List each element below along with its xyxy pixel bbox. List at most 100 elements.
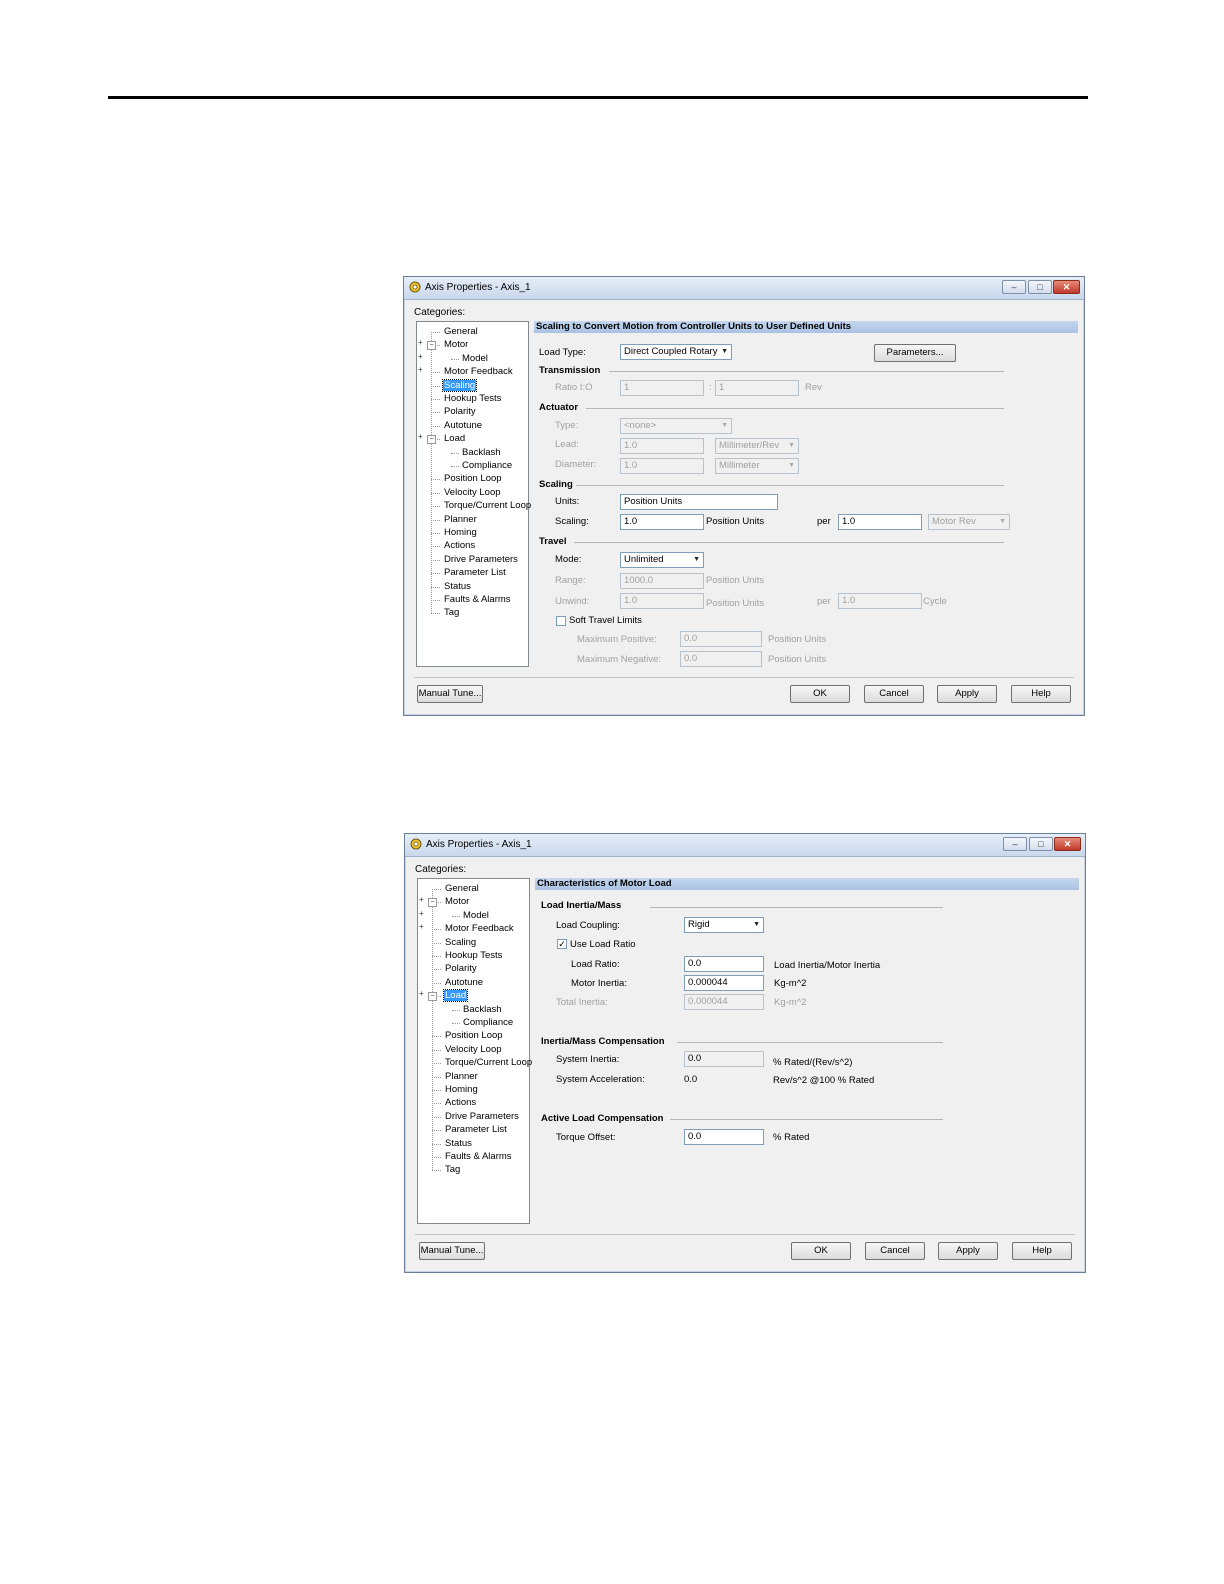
tree-item-load[interactable]: Load — [442, 989, 469, 1003]
soft-travel-limits-checkbox[interactable] — [556, 616, 566, 626]
tree-item-faults-alarms[interactable]: Faults & Alarms — [443, 594, 512, 606]
tree-item-polarity[interactable]: Polarity — [443, 406, 477, 418]
tree-item-polarity[interactable]: Polarity — [444, 963, 478, 975]
parameters-button[interactable]: Parameters... — [874, 344, 956, 362]
tree-item-planner[interactable]: Planner — [444, 1071, 479, 1083]
minimize-button[interactable]: – — [1002, 280, 1026, 294]
tree-item-parameter-list[interactable]: Parameter List — [443, 567, 507, 579]
maximize-button[interactable]: □ — [1028, 280, 1052, 294]
tree-item-compliance[interactable]: Compliance — [462, 1017, 514, 1029]
tree-item-torque-current-loop[interactable]: Torque/Current Loop — [443, 500, 532, 512]
tree-item-position-loop[interactable]: Position Loop — [444, 1030, 504, 1042]
tree-item-compliance[interactable]: Compliance — [461, 460, 513, 472]
torque-offset-field[interactable]: 0.0 — [684, 1129, 764, 1145]
ok-button[interactable]: OK — [790, 685, 850, 703]
tree-item-drive-parameters[interactable]: Drive Parameters — [443, 554, 519, 566]
tree-item-hookup-tests[interactable]: Hookup Tests — [443, 393, 502, 405]
tree-item-motor[interactable]: Motor — [444, 896, 470, 908]
ok-button[interactable]: OK — [791, 1242, 851, 1260]
tree-item-hookup-tests[interactable]: Hookup Tests — [444, 950, 503, 962]
tree-item-faults-alarms[interactable]: Faults & Alarms — [444, 1151, 513, 1163]
cycle-label: Cycle — [923, 596, 947, 607]
diameter-field[interactable]: 1.0 — [620, 458, 704, 474]
tree-item-label: Velocity Loop — [444, 486, 501, 498]
unwind-per-field[interactable]: 1.0 — [838, 593, 922, 609]
collapse-toggle-icon[interactable]: − — [428, 898, 437, 908]
tree-item-actions[interactable]: Actions — [444, 1097, 477, 1109]
load-coupling-dropdown[interactable]: Rigid — [684, 917, 764, 933]
unwind-field[interactable]: 1.0 — [620, 593, 704, 609]
minimize-button[interactable]: – — [1003, 837, 1027, 851]
expand-marker-icon: + — [418, 338, 423, 348]
tree-item-motor[interactable]: Motor — [443, 339, 469, 351]
tree-item-actions[interactable]: Actions — [443, 540, 476, 552]
tree-item-model[interactable]: Model — [461, 353, 489, 365]
load-type-dropdown[interactable]: Direct Coupled Rotary — [620, 344, 732, 360]
tree-item-autotune[interactable]: Autotune — [443, 420, 483, 432]
per-motor-rev-field[interactable]: 1.0 — [838, 514, 922, 530]
help-button[interactable]: Help — [1012, 1242, 1072, 1260]
per-unit-dropdown[interactable]: Motor Rev — [928, 514, 1010, 530]
tree-item-parameter-list[interactable]: Parameter List — [444, 1124, 508, 1136]
tree-item-planner[interactable]: Planner — [443, 514, 478, 526]
categories-tree[interactable]: General + − Motor + Model + Motor Feedback Scali… — [417, 878, 533, 1224]
lead-unit-dropdown[interactable]: Millimeter/Rev — [715, 438, 799, 454]
units-field[interactable]: Position Units — [620, 494, 778, 510]
tree-item-torque-current-loop[interactable]: Torque/Current Loop — [444, 1057, 533, 1069]
close-button[interactable]: ✕ — [1053, 280, 1080, 294]
actuator-type-dropdown[interactable]: <none> — [620, 418, 732, 434]
help-button[interactable]: Help — [1011, 685, 1071, 703]
cancel-button[interactable]: Cancel — [864, 685, 924, 703]
tree-item-tag[interactable]: Tag — [443, 607, 460, 619]
range-field[interactable]: 1000.0 — [620, 573, 704, 589]
tree-connector — [432, 1049, 441, 1051]
tree-item-velocity-loop[interactable]: Velocity Loop — [443, 487, 502, 499]
collapse-toggle-icon[interactable]: − — [427, 341, 436, 351]
tree-connector — [432, 1116, 441, 1118]
tree-item-backlash[interactable]: Backlash — [461, 447, 502, 459]
manual-tune-button[interactable]: Manual Tune... — [419, 1242, 485, 1260]
apply-button[interactable]: Apply — [937, 685, 997, 703]
ratio-output-field[interactable]: 1 — [715, 380, 799, 396]
tree-item-scaling[interactable]: Scaling — [444, 937, 477, 949]
tree-item-model[interactable]: Model — [462, 910, 490, 922]
use-load-ratio-checkbox[interactable]: ✓ — [557, 939, 567, 949]
tree-item-homing[interactable]: Homing — [443, 527, 478, 539]
tree-item-backlash[interactable]: Backlash — [462, 1004, 503, 1016]
maximize-button[interactable]: □ — [1029, 837, 1053, 851]
tree-item-status[interactable]: Status — [444, 1138, 473, 1150]
tree-item-load[interactable]: Load — [443, 433, 466, 445]
load-ratio-field[interactable]: 0.0 — [684, 956, 764, 972]
cancel-button[interactable]: Cancel — [865, 1242, 925, 1260]
maximum-negative-field[interactable]: 0.0 — [680, 651, 762, 667]
tree-item-homing[interactable]: Homing — [444, 1084, 479, 1096]
close-button[interactable]: ✕ — [1054, 837, 1081, 851]
expand-marker-icon: + — [418, 351, 423, 361]
categories-tree[interactable]: General + − Motor + Model + Motor Feedback Scali… — [416, 321, 532, 667]
collapse-toggle-icon[interactable]: − — [428, 992, 437, 1002]
travel-mode-dropdown[interactable]: Unlimited — [620, 552, 704, 568]
system-acceleration-unit: Rev/s^2 @100 % Rated — [773, 1075, 875, 1086]
tree-item-position-loop[interactable]: Position Loop — [443, 473, 503, 485]
tree-item-label: Faults & Alarms — [444, 594, 511, 605]
manual-tune-button[interactable]: Manual Tune... — [417, 685, 483, 703]
tree-item-general[interactable]: General — [444, 883, 480, 895]
tree-item-velocity-loop[interactable]: Velocity Loop — [444, 1044, 503, 1056]
ratio-input-field[interactable]: 1 — [620, 380, 704, 396]
apply-button[interactable]: Apply — [938, 1242, 998, 1260]
tree-item-drive-parameters[interactable]: Drive Parameters — [444, 1111, 520, 1123]
collapse-toggle-icon[interactable]: − — [427, 435, 436, 445]
diameter-unit-dropdown[interactable]: Millimeter — [715, 458, 799, 474]
tree-item-scaling[interactable]: Scaling — [441, 378, 478, 392]
tree-item-motor-feedback[interactable]: Motor Feedback — [444, 923, 515, 935]
tree-item-autotune[interactable]: Autotune — [444, 977, 484, 989]
tree-item-motor-feedback[interactable]: Motor Feedback — [443, 366, 514, 378]
tree-item-status[interactable]: Status — [443, 581, 472, 593]
lead-field[interactable]: 1.0 — [620, 438, 704, 454]
motor-inertia-field[interactable]: 0.000044 — [684, 975, 764, 991]
tree-item-general[interactable]: General — [443, 326, 479, 338]
maximum-positive-field[interactable]: 0.0 — [680, 631, 762, 647]
scaling-field[interactable]: 1.0 — [620, 514, 704, 530]
tree-item-tag[interactable]: Tag — [444, 1164, 461, 1176]
total-inertia-field[interactable]: 0.000044 — [684, 994, 764, 1010]
